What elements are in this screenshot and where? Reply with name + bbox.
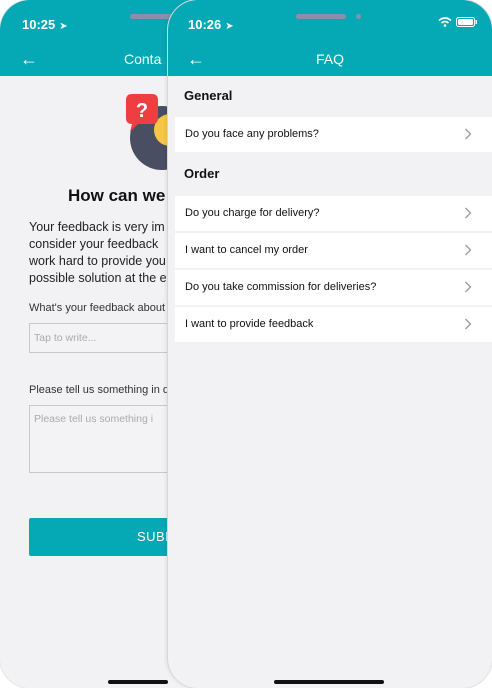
status-bar-time: 10:25 ➤ bbox=[22, 17, 68, 32]
faq-screen: 10:26 ➤ ← FAQ General Do you face any pro… bbox=[168, 0, 492, 688]
chevron-right-icon bbox=[465, 207, 472, 219]
back-arrow-icon[interactable]: ← bbox=[187, 50, 205, 68]
faq-item[interactable]: I want to cancel my order bbox=[175, 233, 492, 268]
chevron-right-icon bbox=[465, 244, 472, 256]
chevron-right-icon bbox=[465, 318, 472, 330]
battery-icon bbox=[456, 17, 477, 27]
notch bbox=[296, 14, 346, 19]
faq-item[interactable]: Do you take commission for deliveries? bbox=[175, 270, 492, 305]
status-bar-time: 10:26 ➤ bbox=[188, 17, 234, 32]
faq-item[interactable]: I want to provide feedback bbox=[175, 307, 492, 342]
feedback-detail-placeholder: Please tell us something i bbox=[34, 413, 154, 425]
faq-question: Do you charge for delivery? bbox=[185, 207, 320, 219]
location-arrow-icon: ➤ bbox=[59, 21, 68, 32]
faq-question: Do you take commission for deliveries? bbox=[185, 281, 377, 293]
section-title-order: Order bbox=[184, 166, 220, 181]
faq-question: I want to cancel my order bbox=[185, 244, 308, 256]
faq-question: I want to provide feedback bbox=[185, 318, 314, 330]
page-title: Conta bbox=[124, 51, 162, 67]
camera-dot bbox=[356, 14, 361, 19]
faq-item[interactable]: Do you charge for delivery? bbox=[175, 196, 492, 231]
section-title-general: General bbox=[184, 88, 233, 103]
faq-item[interactable]: Do you face any problems? bbox=[175, 117, 492, 152]
faq-question: Do you face any problems? bbox=[185, 128, 319, 140]
location-arrow-icon: ➤ bbox=[225, 21, 234, 32]
feedback-detail-label: Please tell us something in d bbox=[29, 384, 170, 396]
back-arrow-icon[interactable]: ← bbox=[20, 50, 38, 68]
feedback-topic-placeholder: Tap to write... bbox=[34, 332, 97, 344]
home-indicator bbox=[108, 680, 168, 684]
svg-text:?: ? bbox=[136, 100, 148, 122]
chevron-right-icon bbox=[465, 128, 472, 140]
home-indicator bbox=[274, 680, 384, 684]
page-title: FAQ bbox=[316, 51, 345, 67]
help-heading: How can we bbox=[68, 186, 166, 205]
chevron-right-icon bbox=[465, 281, 472, 293]
feedback-topic-label: What's your feedback about bbox=[29, 302, 166, 314]
wifi-icon bbox=[438, 17, 452, 27]
